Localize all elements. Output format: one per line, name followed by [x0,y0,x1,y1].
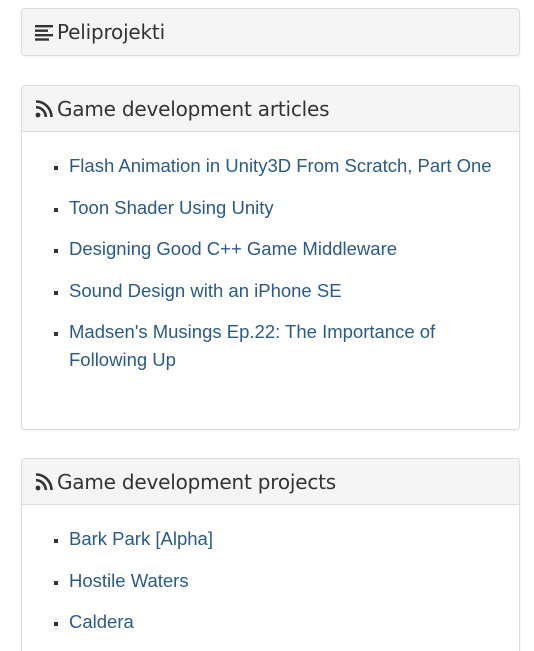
list-item: Madsen's Musings Ep.22: The Importance o… [69,318,499,374]
article-link[interactable]: Madsen's Musings Ep.22: The Importance o… [69,321,435,370]
article-link[interactable]: Sound Design with an iPhone SE [69,280,342,301]
projects-list: Bark Park [Alpha] Hostile Waters Caldera [52,525,499,636]
project-link[interactable]: Bark Park [Alpha] [69,528,213,549]
projects-panel-body: Bark Park [Alpha] Hostile Waters Caldera [22,505,519,636]
article-link[interactable]: Flash Animation in Unity3D From Scratch,… [69,155,492,176]
articles-panel-heading: Game development articles [22,86,519,132]
list-item: Designing Good C++ Game Middleware [69,235,499,263]
rss-icon [35,99,53,118]
article-link[interactable]: Designing Good C++ Game Middleware [69,238,397,259]
peliprojekti-panel: Peliprojekti [21,8,520,56]
peliprojekti-title: Peliprojekti [57,20,165,44]
articles-panel: Game development articles Flash Animatio… [21,85,520,430]
articles-title: Game development articles [57,96,330,121]
article-link[interactable]: Toon Shader Using Unity [69,197,274,218]
articles-list: Flash Animation in Unity3D From Scratch,… [52,152,499,374]
peliprojekti-panel-heading: Peliprojekti [22,9,519,55]
articles-panel-body: Flash Animation in Unity3D From Scratch,… [22,132,519,374]
project-link[interactable]: Caldera [69,611,134,632]
list-item: Hostile Waters [69,567,499,595]
projects-panel-heading: Game development projects [22,459,519,505]
list-item: Sound Design with an iPhone SE [69,277,499,305]
projects-panel: Game development projects Bark Park [Alp… [21,458,520,651]
list-item: Bark Park [Alpha] [69,525,499,553]
rss-icon [35,472,53,491]
list-item: Toon Shader Using Unity [69,194,499,222]
list-item: Flash Animation in Unity3D From Scratch,… [69,152,499,180]
projects-title: Game development projects [57,469,337,494]
menu-lines-icon [35,23,53,41]
project-link[interactable]: Hostile Waters [69,570,189,591]
list-item: Caldera [69,608,499,636]
